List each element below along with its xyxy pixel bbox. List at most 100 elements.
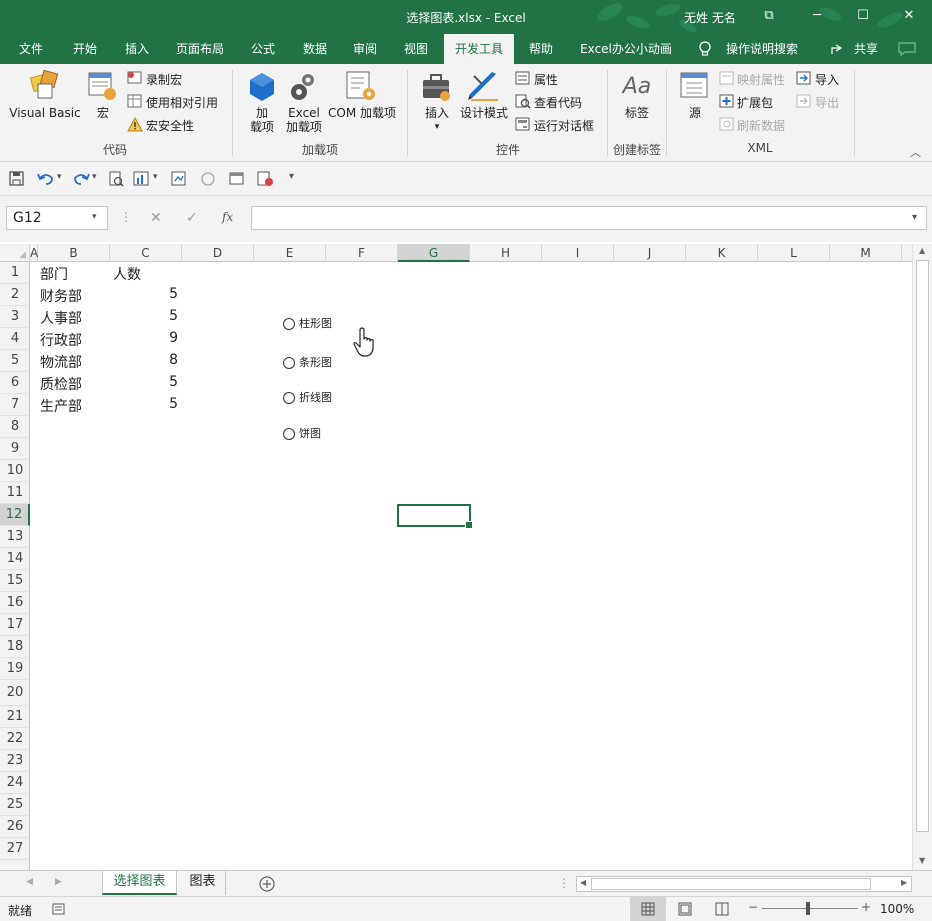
tab-developer[interactable]: 开发工具	[444, 34, 514, 64]
page-layout-view-icon[interactable]	[678, 902, 692, 916]
selected-cell[interactable]	[397, 504, 473, 529]
table-row-count[interactable]: 5	[118, 286, 178, 302]
option-button-icon[interactable]	[200, 171, 216, 187]
zoom-out-icon[interactable]: −	[748, 900, 758, 914]
add-sheet-icon[interactable]	[259, 876, 275, 892]
chart-tool-dropdown-icon[interactable]: ▾	[153, 172, 158, 182]
column-header-g[interactable]: G	[398, 244, 470, 262]
option-button-bar-chart[interactable]: 条形图	[283, 354, 332, 370]
row-header[interactable]: 5	[0, 350, 30, 372]
map-properties-button[interactable]: 映射属性	[737, 71, 785, 88]
formula-bar-splitter-icon[interactable]: ⋮	[120, 210, 132, 224]
run-dialog-button[interactable]: 运行对话框	[534, 117, 594, 134]
cancel-icon[interactable]: ✕	[150, 210, 162, 226]
column-header-e[interactable]: E	[254, 244, 326, 262]
sheet-tab-select-chart[interactable]: 选择图表	[102, 871, 177, 895]
properties-button[interactable]: 属性	[534, 71, 558, 88]
row-header[interactable]: 24	[0, 772, 30, 794]
row-header[interactable]: 10	[0, 460, 30, 482]
enter-icon[interactable]: ✓	[186, 210, 198, 226]
column-header-h[interactable]: H	[470, 244, 542, 262]
table-row-count[interactable]: 5	[118, 374, 178, 390]
group-box-icon[interactable]	[229, 171, 245, 187]
column-header-i[interactable]: I	[542, 244, 614, 262]
view-code-button[interactable]: 查看代码	[534, 94, 582, 111]
table-row-count[interactable]: 5	[118, 396, 178, 412]
column-header-b[interactable]: B	[38, 244, 110, 262]
table-row-dept[interactable]: 物流部	[40, 352, 82, 372]
tab-excel-animation[interactable]: Excel办公小动画	[574, 34, 678, 64]
row-header[interactable]: 25	[0, 794, 30, 816]
macro-security-button[interactable]: 宏安全性	[146, 117, 194, 134]
scroll-left-icon[interactable]: ◀	[580, 878, 586, 887]
form-control-icon[interactable]	[171, 171, 187, 187]
tab-review[interactable]: 审阅	[342, 34, 388, 64]
tab-home[interactable]: 开始	[62, 34, 108, 64]
column-header-l[interactable]: L	[758, 244, 830, 262]
tab-page-layout[interactable]: 页面布局	[168, 34, 232, 64]
record-macro-button[interactable]: 录制宏	[146, 71, 182, 88]
scroll-up-icon[interactable]: ▲	[919, 246, 925, 255]
tab-splitter-icon[interactable]: ⋮	[558, 876, 570, 890]
table-row-dept[interactable]: 人事部	[40, 308, 82, 328]
row-header[interactable]: 12	[0, 504, 30, 526]
redo-icon[interactable]	[72, 171, 90, 187]
row-header[interactable]: 9	[0, 438, 30, 460]
table-row-dept[interactable]: 财务部	[40, 286, 82, 306]
chart-tool-icon[interactable]	[133, 171, 151, 187]
row-header[interactable]: 13	[0, 526, 30, 548]
scroll-right-icon[interactable]: ▶	[901, 878, 907, 887]
table-row-count[interactable]: 9	[118, 330, 178, 346]
relative-reference-button[interactable]: 使用相对引用	[146, 94, 218, 111]
label-button[interactable]: 标签	[617, 106, 657, 120]
row-header[interactable]: 22	[0, 728, 30, 750]
tell-me-search[interactable]: 操作说明搜索	[722, 34, 802, 64]
row-header[interactable]: 6	[0, 372, 30, 394]
export-button[interactable]: 导出	[815, 94, 839, 111]
print-preview-icon[interactable]	[108, 171, 124, 187]
sheet-prev-icon[interactable]: ◀	[26, 877, 33, 887]
tab-view[interactable]: 视图	[393, 34, 439, 64]
row-header[interactable]: 14	[0, 548, 30, 570]
row-header[interactable]: 21	[0, 706, 30, 728]
share-button[interactable]: 共享	[848, 34, 884, 64]
table-row-dept[interactable]: 质检部	[40, 374, 82, 394]
close-button[interactable]: ✕	[886, 0, 932, 32]
row-header[interactable]: 19	[0, 658, 30, 680]
option-button-line-chart[interactable]: 折线图	[283, 389, 332, 405]
save-icon[interactable]	[9, 171, 25, 187]
worksheet-grid[interactable]: ◢ A B C D E F G H I J K L M 1 2 3 4 5 6 …	[0, 244, 932, 870]
macro-sheet-icon[interactable]	[257, 171, 275, 187]
collapse-ribbon-chevron-icon[interactable]: ︿	[910, 144, 921, 160]
vertical-scrollbar[interactable]: ▲ ▼	[912, 244, 932, 870]
design-mode-button[interactable]: 设计模式	[458, 106, 510, 120]
import-button[interactable]: 导入	[815, 71, 839, 88]
option-button-column-chart[interactable]: 柱形图	[283, 315, 332, 331]
row-header[interactable]: 23	[0, 750, 30, 772]
row-header[interactable]: 26	[0, 816, 30, 838]
user-name[interactable]: 无姓 无名	[684, 9, 736, 26]
undo-dropdown-icon[interactable]: ▾	[57, 172, 62, 182]
horizontal-scrollbar[interactable]: ◀ ▶	[576, 876, 912, 892]
row-header[interactable]: 4	[0, 328, 30, 350]
tab-insert[interactable]: 插入	[114, 34, 160, 64]
option-button-pie-chart[interactable]: 饼图	[283, 425, 321, 441]
column-header-k[interactable]: K	[686, 244, 758, 262]
macros-button[interactable]: 宏	[90, 106, 116, 120]
expansion-packs-button[interactable]: 扩展包	[737, 94, 773, 111]
redo-dropdown-icon[interactable]: ▾	[92, 172, 97, 182]
refresh-data-button[interactable]: 刷新数据	[737, 117, 785, 134]
ribbon-display-button[interactable]: ⧉	[746, 0, 792, 32]
vertical-scroll-thumb[interactable]	[916, 260, 929, 832]
column-header-m[interactable]: M	[830, 244, 902, 262]
minimize-button[interactable]: ─	[794, 0, 840, 32]
column-header-a[interactable]: A	[30, 244, 38, 262]
tab-data[interactable]: 数据	[292, 34, 338, 64]
visual-basic-button[interactable]: Visual Basic	[8, 106, 82, 120]
formula-input[interactable]	[251, 206, 927, 230]
expand-formula-bar-icon[interactable]: ▾	[912, 212, 917, 223]
xml-source-button[interactable]: 源	[680, 106, 710, 120]
zoom-level[interactable]: 100%	[880, 902, 914, 916]
excel-addins-button-line1[interactable]: Excel	[283, 106, 325, 120]
name-box-dropdown-icon[interactable]: ▾	[92, 212, 97, 222]
